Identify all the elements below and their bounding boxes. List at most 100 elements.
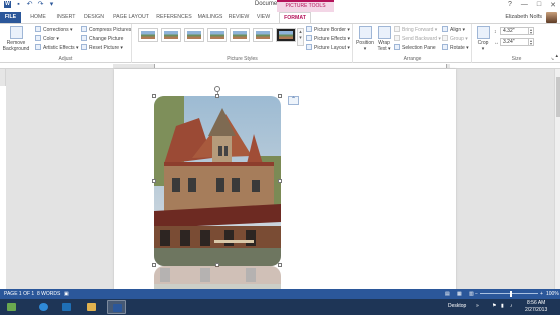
reset-picture-button[interactable]: Reset Picture ▾: [81, 44, 123, 51]
tab-home[interactable]: HOME: [26, 12, 50, 23]
taskbar-word[interactable]: [107, 300, 126, 314]
tab-review[interactable]: REVIEW: [228, 12, 250, 23]
wrap-text-icon: [377, 26, 391, 39]
resize-handle-bottom-right[interactable]: [278, 263, 282, 267]
zoom-level[interactable]: 100%: [546, 289, 559, 299]
desktop-toolbar-label[interactable]: Desktop: [448, 303, 466, 310]
web-layout-icon[interactable]: ▥: [469, 289, 474, 299]
taskbar-start-screen[interactable]: [2, 300, 21, 314]
picture-style-6[interactable]: [253, 28, 273, 42]
outlook-icon: [62, 303, 71, 311]
align-icon: [442, 26, 448, 32]
width-spinner[interactable]: 3.24" ▴ ▾: [500, 38, 534, 46]
picture-style-3[interactable]: [184, 28, 204, 42]
wrap-text-button[interactable]: Wrap Text ▾: [375, 26, 393, 52]
crop-button[interactable]: Crop ▾: [476, 26, 490, 52]
resize-handle-left[interactable]: [152, 179, 156, 183]
group-button[interactable]: Group ▾: [442, 35, 468, 42]
size-group: Crop ▾ ↕ 4.32" ▴ ▾ ↔ 3.24" ▴ ▾ Size ↘ ▴: [473, 24, 560, 63]
adjust-group-label: Adjust: [58, 56, 73, 62]
tab-format[interactable]: FORMAT: [279, 12, 311, 23]
clock-time[interactable]: 8:56 AM: [527, 300, 545, 307]
picture-border-button[interactable]: Picture Border ▾: [306, 26, 350, 33]
house-photo[interactable]: [154, 96, 281, 266]
tab-file[interactable]: FILE: [0, 12, 21, 23]
bring-forward-button[interactable]: Bring Forward ▾: [394, 26, 437, 33]
picture-style-1[interactable]: [138, 28, 158, 42]
compress-pictures-button[interactable]: Compress Pictures: [81, 26, 131, 33]
picture-style-5[interactable]: [230, 28, 250, 42]
maximize-button[interactable]: □: [537, 1, 541, 9]
height-icon: ↕: [494, 29, 497, 35]
resize-handle-top-right[interactable]: [278, 94, 282, 98]
picture-layout-button[interactable]: Picture Layout ▾: [306, 44, 350, 51]
tab-view[interactable]: VIEW: [254, 12, 273, 23]
vertical-scrollbar[interactable]: [554, 69, 560, 289]
tray-flag-icon[interactable]: ⚑: [492, 303, 496, 310]
page-count[interactable]: PAGE 1 OF 1: [4, 289, 34, 299]
picture-style-2[interactable]: [161, 28, 181, 42]
resize-handle-top-left[interactable]: [152, 94, 156, 98]
width-spin-arrows[interactable]: ▴ ▾: [528, 39, 533, 46]
help-button[interactable]: ?: [508, 1, 512, 9]
tab-mailings[interactable]: MAILINGS: [196, 12, 224, 23]
height-spinner[interactable]: 4.32" ▴ ▾: [500, 27, 534, 35]
tab-insert[interactable]: INSERT: [53, 12, 79, 23]
word-app-icon: [113, 304, 122, 312]
avatar[interactable]: [546, 12, 557, 23]
height-spin-arrows[interactable]: ▴ ▾: [528, 28, 533, 35]
resize-handle-top[interactable]: [215, 94, 219, 98]
tray-network-icon[interactable]: ▮: [501, 303, 504, 310]
change-picture-icon: [81, 35, 87, 41]
resize-handle-bottom-left[interactable]: [152, 263, 156, 267]
remove-background-button[interactable]: Remove Background: [1, 26, 31, 52]
artistic-effects-button[interactable]: Artistic Effects ▾: [35, 44, 78, 51]
zoom-out-icon[interactable]: −: [475, 289, 478, 299]
zoom-slider[interactable]: [480, 293, 538, 294]
word-count[interactable]: 8 WORDS: [37, 289, 60, 299]
send-backward-button[interactable]: Send Backward ▾: [394, 35, 441, 42]
selected-picture[interactable]: [152, 86, 282, 267]
change-picture-button[interactable]: Change Picture: [81, 35, 123, 42]
layout-options-button[interactable]: ⌃: [288, 96, 299, 105]
taskbar-outlook[interactable]: [57, 300, 76, 314]
corrections-button[interactable]: Corrections ▾: [35, 26, 72, 33]
ruler-right-margin: [447, 64, 450, 68]
tray-chevron-icon[interactable]: »: [476, 303, 479, 310]
scrollbar-thumb[interactable]: [556, 77, 560, 117]
zoom-in-icon[interactable]: +: [540, 289, 543, 299]
picture-styles-group-label: Picture Styles: [227, 56, 258, 62]
picture-tools-label: PICTURE TOOLS: [277, 0, 334, 12]
align-button[interactable]: Align ▾: [442, 26, 465, 33]
rotate-button[interactable]: Rotate ▾: [442, 44, 469, 51]
picture-style-7[interactable]: [276, 28, 296, 42]
close-button[interactable]: ✕: [550, 1, 556, 9]
tab-design[interactable]: DESIGN: [81, 12, 107, 23]
collapse-ribbon-icon[interactable]: ▴: [555, 53, 558, 59]
resize-handle-right[interactable]: [278, 179, 282, 183]
gallery-scroll-button[interactable]: ▴ ▾: [297, 28, 304, 46]
proofing-icon[interactable]: ▣: [64, 289, 69, 299]
picture-effects-button[interactable]: Picture Effects ▾: [306, 35, 350, 42]
clock-date[interactable]: 2/27/2013: [525, 307, 547, 314]
picture-style-4[interactable]: [207, 28, 227, 42]
ruler-text-area[interactable]: [154, 64, 447, 68]
position-button[interactable]: Position ▾: [355, 26, 375, 52]
ribbon: Remove Background Corrections ▾ Color ▾ …: [0, 23, 560, 63]
user-name[interactable]: Elizabeth Nolfs: [505, 12, 542, 23]
color-button[interactable]: Color ▾: [35, 35, 59, 42]
picture-effects-icon: [306, 35, 312, 41]
read-mode-icon[interactable]: ▤: [445, 289, 450, 299]
picture-reflection: [154, 266, 281, 290]
size-dialog-launcher-icon[interactable]: ↘: [551, 56, 554, 62]
taskbar-internet-explorer[interactable]: [34, 300, 53, 314]
minimize-button[interactable]: —: [521, 1, 528, 9]
tab-page-layout[interactable]: PAGE LAYOUT: [111, 12, 151, 23]
tab-references[interactable]: REFERENCES: [154, 12, 194, 23]
taskbar-file-explorer[interactable]: [82, 300, 101, 314]
zoom-slider-thumb[interactable]: [510, 291, 512, 297]
selection-pane-button[interactable]: Selection Pane: [394, 44, 436, 51]
tray-volume-icon[interactable]: ♪: [510, 303, 513, 310]
print-layout-icon[interactable]: ▦: [457, 289, 462, 299]
rotation-handle[interactable]: [214, 86, 220, 92]
